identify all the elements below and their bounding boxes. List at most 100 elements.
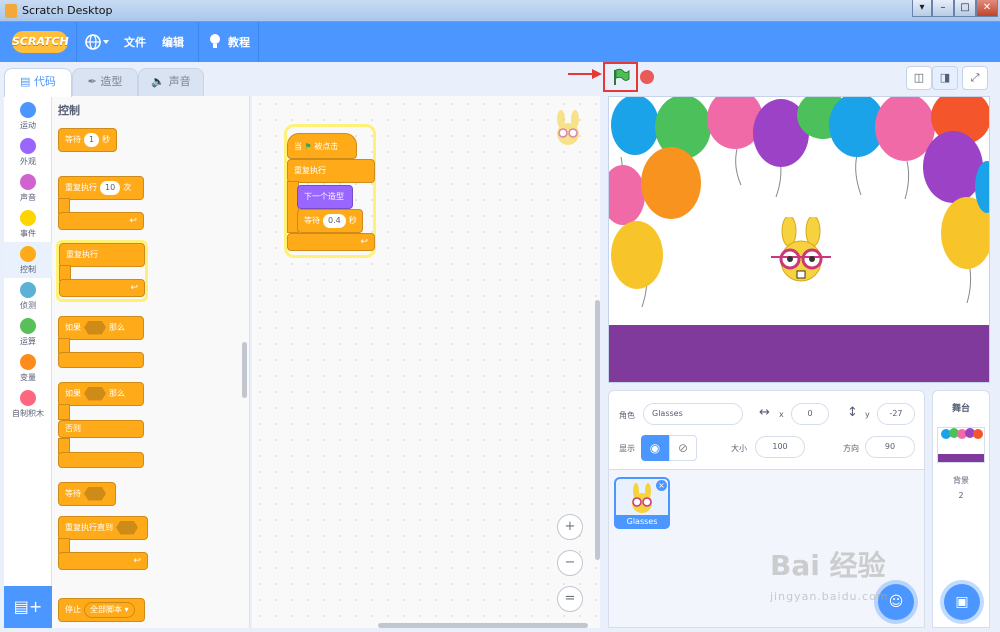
size-field[interactable]: 100: [755, 436, 805, 458]
block-wait-until[interactable]: 等待: [58, 482, 116, 506]
category-sound[interactable]: 声音: [4, 170, 52, 206]
fullscreen-icon: ⤢: [970, 71, 980, 84]
category-my-blocks[interactable]: 自制积木: [4, 386, 52, 422]
stage-title: 舞台: [951, 404, 970, 414]
zoom-out-button[interactable]: −: [557, 550, 583, 576]
block-forever-script[interactable]: 重复执行: [287, 159, 375, 183]
loop-arrow-icon: ↩: [129, 216, 137, 226]
menu-divider: [198, 22, 199, 62]
tab-sounds[interactable]: 🔈 声音: [138, 68, 204, 96]
block-repeat[interactable]: 重复执行 10 次 ↩: [58, 176, 144, 232]
fullscreen-button[interactable]: ⤢: [962, 66, 988, 90]
x-field[interactable]: 0: [791, 403, 829, 425]
condition-slot[interactable]: [84, 486, 106, 501]
window-title: Scratch Desktop: [22, 4, 113, 17]
category-operators[interactable]: 运算: [4, 314, 52, 350]
sound-dot-icon: [20, 174, 36, 190]
direction-label: 方向: [843, 444, 859, 453]
delete-sprite-icon[interactable]: ×: [656, 480, 667, 491]
small-stage-icon: ◫: [913, 71, 925, 84]
zoom-in-icon: +: [564, 519, 576, 534]
green-flag-icon: ⚑: [304, 142, 312, 151]
globe-icon: [85, 34, 109, 50]
wait-script-input[interactable]: 0.4: [323, 214, 346, 228]
stop-button[interactable]: [640, 70, 654, 84]
cat-icon: ☺: [888, 594, 904, 610]
choose-backdrop-button[interactable]: ▣: [944, 584, 980, 620]
show-label: 显示: [619, 444, 635, 453]
file-menu[interactable]: 文件: [124, 34, 146, 50]
small-stage-button[interactable]: ◫: [906, 66, 932, 90]
repeat-input[interactable]: 10: [100, 181, 121, 195]
category-motion[interactable]: 运动: [4, 98, 52, 134]
close-button[interactable]: ✕: [976, 0, 998, 17]
y-field[interactable]: -27: [877, 403, 915, 425]
scratch-logo[interactable]: SCRATCH: [12, 31, 69, 53]
current-sprite-indicator: [548, 110, 588, 150]
window-title-bar: Scratch Desktop ▾ – □ ✕: [0, 0, 1000, 22]
category-menu: 运动 外观 声音 事件 控制 侦测 运算 变量 自制积木: [4, 96, 52, 586]
window-menu-button[interactable]: ▾: [912, 0, 932, 17]
block-when-flag-clicked[interactable]: 当 ⚑ 被点击: [287, 133, 357, 159]
y-arrows-icon: ↕: [847, 405, 858, 420]
wait-input[interactable]: 1: [84, 133, 100, 147]
category-events[interactable]: 事件: [4, 206, 52, 242]
language-menu[interactable]: [84, 32, 112, 52]
minimize-button[interactable]: –: [932, 0, 954, 17]
tab-costumes[interactable]: ✒ 造型: [72, 68, 138, 96]
forever-footer: ↩: [59, 279, 145, 297]
stage-canvas[interactable]: [608, 96, 990, 383]
glasses-sprite[interactable]: [769, 215, 833, 287]
sprite-name-label: 角色: [619, 411, 635, 420]
script-horizontal-scrollbar[interactable]: [378, 623, 588, 628]
sprite-name-field[interactable]: Glasses: [643, 403, 743, 425]
size-label: 大小: [731, 444, 747, 453]
zoom-out-icon: −: [564, 555, 576, 570]
add-extension-button[interactable]: ▤+: [4, 586, 52, 628]
loop-arrow-icon: ↩: [130, 283, 138, 293]
maximize-button[interactable]: □: [954, 0, 976, 17]
category-looks[interactable]: 外观: [4, 134, 52, 170]
motion-dot-icon: [20, 102, 36, 118]
block-forever[interactable]: 重复执行 ↩: [56, 240, 148, 302]
backdrops-count: 2: [958, 491, 964, 500]
block-if-else[interactable]: 如果 那么 否则: [58, 382, 144, 472]
block-repeat-until[interactable]: 重复执行直到 ↩: [58, 516, 148, 574]
script-stack[interactable]: 当 ⚑ 被点击 重复执行 下一个造型 等待 0.4 秒 ↩: [284, 124, 376, 258]
palette-scrollbar[interactable]: [242, 342, 247, 398]
repeat-until-header: 重复执行直到: [58, 516, 148, 540]
red-arrow-annotation: [568, 69, 602, 79]
if-else-arm: [58, 404, 70, 420]
watermark: Bai 经验: [770, 549, 886, 582]
hide-sprite-button[interactable]: ⊘: [669, 435, 697, 461]
menu-bar: SCRATCH 文件 编辑 教程: [0, 22, 1000, 62]
condition-slot[interactable]: [84, 320, 106, 335]
y-label: y: [865, 410, 870, 419]
block-wait-script[interactable]: 等待 0.4 秒: [297, 209, 363, 233]
menu-divider: [258, 22, 259, 62]
category-control[interactable]: 控制: [4, 242, 52, 278]
category-sensing[interactable]: 侦测: [4, 278, 52, 314]
category-variables[interactable]: 变量: [4, 350, 52, 386]
block-stop[interactable]: 停止 全部脚本 ▾: [58, 598, 145, 622]
tab-code[interactable]: ▤ 代码: [4, 68, 72, 97]
green-flag-icon: [614, 68, 630, 85]
direction-field[interactable]: 90: [865, 436, 915, 458]
zoom-reset-button[interactable]: =: [557, 586, 583, 612]
block-if-then[interactable]: 如果 那么: [58, 316, 144, 372]
edit-menu[interactable]: 编辑: [162, 34, 184, 50]
block-next-costume[interactable]: 下一个造型: [297, 185, 353, 209]
tutorials-menu[interactable]: 教程: [228, 34, 250, 50]
normal-stage-button[interactable]: ◨: [932, 66, 958, 90]
show-sprite-button[interactable]: ◉: [641, 435, 669, 461]
block-wait[interactable]: 等待 1 秒: [58, 128, 118, 152]
condition-slot[interactable]: [116, 520, 138, 535]
green-flag-button[interactable]: [612, 68, 630, 86]
sensing-dot-icon: [20, 282, 36, 298]
condition-slot[interactable]: [84, 386, 106, 401]
script-vertical-scrollbar[interactable]: [595, 300, 600, 560]
zoom-in-button[interactable]: +: [557, 514, 583, 540]
my-blocks-dot-icon: [20, 390, 36, 406]
stop-dropdown[interactable]: 全部脚本 ▾: [84, 602, 135, 618]
repeat-footer: ↩: [58, 212, 144, 230]
